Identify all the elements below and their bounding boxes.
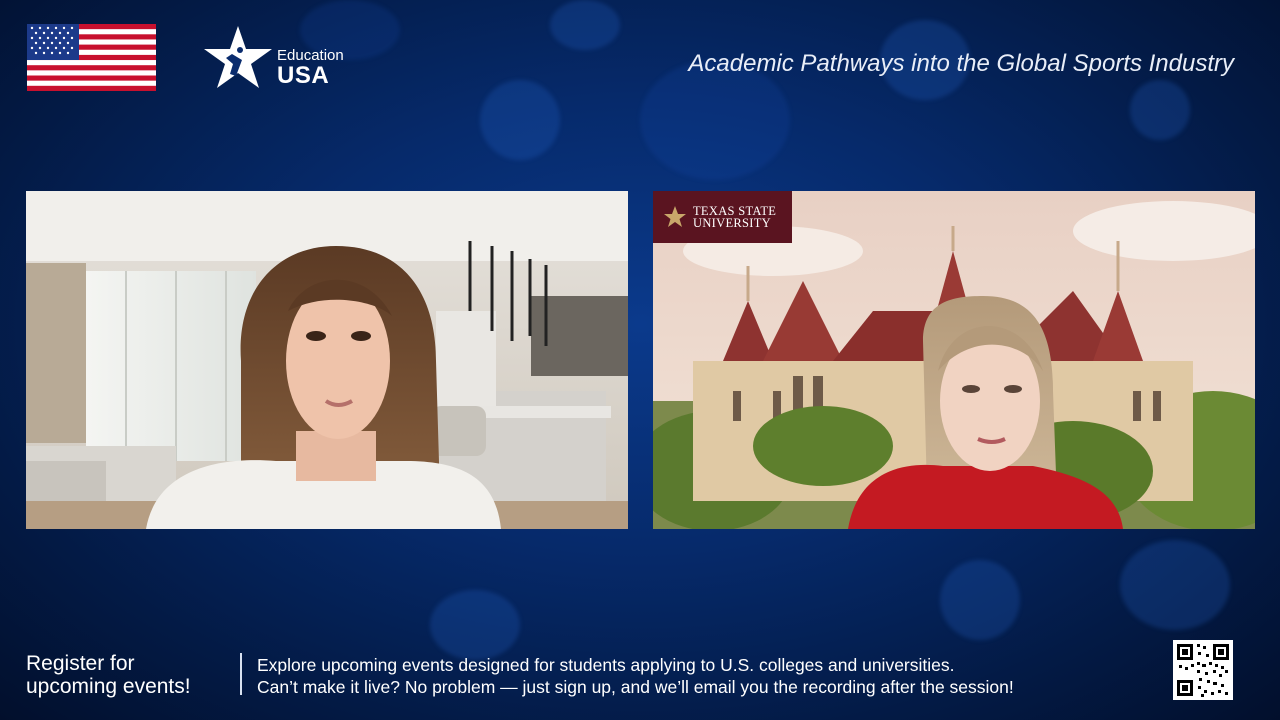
- bokeh-light: [1120, 540, 1230, 630]
- bokeh-light: [940, 560, 1020, 640]
- us-flag-icon: [27, 24, 156, 91]
- register-info-line-1: Explore upcoming events designed for stu…: [257, 655, 955, 675]
- footer-divider: [240, 653, 242, 695]
- qr-code-icon[interactable]: [1173, 640, 1233, 700]
- speaker-1-video-feed: [26, 191, 628, 529]
- education-usa-logo: Education USA: [202, 24, 362, 92]
- register-info-line-2: Can’t make it live? No problem — just si…: [257, 677, 1014, 697]
- register-heading: Register for upcoming events!: [26, 652, 191, 698]
- texas-state-line2: UNIVERSITY: [693, 216, 771, 230]
- register-line-2: upcoming events!: [26, 675, 191, 698]
- bokeh-light: [1130, 80, 1190, 140]
- education-usa-star-icon: [204, 26, 272, 88]
- logo-text-usa: USA: [277, 62, 330, 89]
- bokeh-light: [480, 80, 560, 160]
- bokeh-light: [640, 60, 790, 180]
- video-tile-speaker-2[interactable]: TEXAS STATE UNIVERSITY: [653, 191, 1255, 529]
- bokeh-light: [550, 0, 620, 50]
- texas-state-badge: TEXAS STATE UNIVERSITY: [653, 191, 792, 243]
- event-title: Academic Pathways into the Global Sports…: [688, 50, 1234, 77]
- register-line-1: Register for: [26, 652, 135, 675]
- bokeh-light: [430, 590, 520, 660]
- texas-state-star-icon: [664, 206, 686, 227]
- video-tile-speaker-1[interactable]: [26, 191, 628, 529]
- register-info: Explore upcoming events designed for stu…: [257, 654, 1014, 698]
